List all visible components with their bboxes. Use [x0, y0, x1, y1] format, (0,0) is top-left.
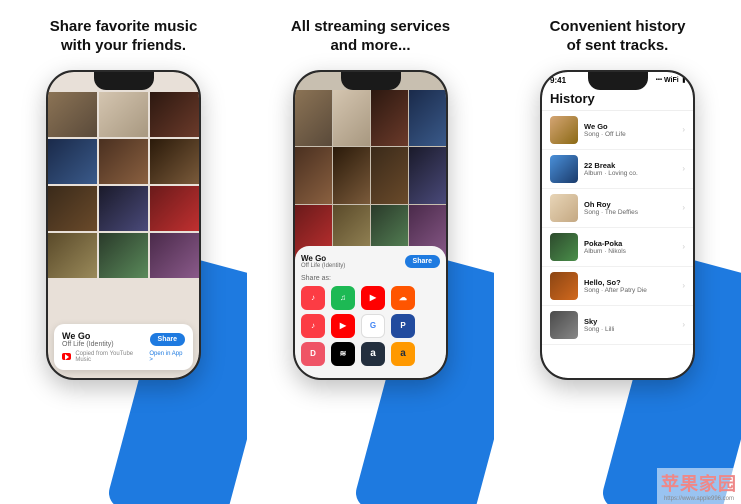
track-title-1: We Go — [62, 331, 114, 341]
phone-notch-3 — [588, 72, 648, 90]
open-in-app[interactable]: Open in App > — [149, 351, 185, 363]
history-song-3: Oh Roy — [584, 200, 676, 209]
phone-mockup-3: 9:41 ▪▪▪ WiFi ▐ History We Go Song · Off… — [540, 70, 695, 380]
youtube-play-icon — [65, 354, 69, 360]
share-as-label: Share as: — [301, 275, 440, 282]
history-info-4: Poka-Poka Album · Nikols — [584, 239, 676, 255]
history-info-6: Sky Song · Lilli — [584, 317, 676, 333]
history-album-6: Song · Lilli — [584, 326, 676, 333]
phone-screen-2: We Go Off Life (Identity) Share Share as… — [295, 72, 446, 378]
history-album-5: Song · After Patry Die — [584, 287, 676, 294]
share-track-name: We Go — [301, 254, 345, 263]
phone-mockup-1: We Go Off Life (Identity) Share Copied f… — [46, 70, 201, 380]
chevron-icon-5: › — [682, 281, 685, 290]
phone-notch-1 — [94, 72, 154, 90]
youtube-icon — [62, 353, 71, 360]
history-art-3 — [550, 194, 578, 222]
history-item-3[interactable]: Oh Roy Song · The Deffies › — [542, 189, 693, 228]
history-info-5: Hello, So? Song · After Patry Die — [584, 278, 676, 294]
status-icons: ▪▪▪ WiFi ▐ — [656, 77, 685, 84]
history-item-6[interactable]: Sky Song · Lilli › — [542, 306, 693, 345]
share-button-1[interactable]: Share — [150, 333, 185, 346]
share-track-info: We Go Off Life (Identity) Share — [301, 254, 440, 269]
phone-screen-1: We Go Off Life (Identity) Share Copied f… — [48, 72, 199, 378]
history-art-4 — [550, 233, 578, 261]
service-tidal[interactable]: ≋ — [331, 342, 355, 366]
history-album-4: Album · Nikols — [584, 248, 676, 255]
chevron-icon-4: › — [682, 242, 685, 251]
history-song-2: 22 Break — [584, 161, 676, 170]
service-icons-row-2: ♪ ▶ G P — [301, 314, 440, 338]
phone-mockup-2: We Go Off Life (Identity) Share Share as… — [293, 70, 448, 380]
status-time: 9:41 — [550, 76, 566, 85]
history-album-2: Album · Loving co. — [584, 170, 676, 177]
chevron-icon-1: › — [682, 125, 685, 134]
service-spotify[interactable]: ♫ — [331, 286, 355, 310]
history-album-3: Song · The Deffies — [584, 209, 676, 216]
history-item-2[interactable]: 22 Break Album · Loving co. › — [542, 150, 693, 189]
history-item-5[interactable]: Hello, So? Song · After Patry Die › — [542, 267, 693, 306]
track-source-1: Copied from YouTube Music Open in App > — [62, 351, 185, 363]
panel-2-title: All streaming servicesand more... — [291, 18, 450, 56]
chevron-icon-6: › — [682, 320, 685, 329]
history-info-3: Oh Roy Song · The Deffies — [584, 200, 676, 216]
history-info-2: 22 Break Album · Loving co. — [584, 161, 676, 177]
phone-notch-2 — [341, 72, 401, 90]
history-art-1 — [550, 116, 578, 144]
wifi-icon: WiFi — [664, 77, 679, 84]
share-sheet: We Go Off Life (Identity) Share Share as… — [295, 246, 446, 378]
history-list: We Go Song · Off Life › 22 Break Album ·… — [542, 111, 693, 345]
panel-history: Convenient historyof sent tracks. 9:41 ▪… — [494, 0, 741, 504]
service-youtube[interactable]: ▶ — [361, 286, 385, 310]
history-song-1: We Go — [584, 122, 676, 131]
phone-screen-3: 9:41 ▪▪▪ WiFi ▐ History We Go Song · Off… — [542, 72, 693, 378]
panel-3-title: Convenient historyof sent tracks. — [550, 18, 686, 56]
service-itunes[interactable]: ♪ — [301, 314, 325, 338]
panel-1-title: Share favorite musicwith your friends. — [50, 18, 198, 56]
source-text: Copied from YouTube Music — [75, 351, 145, 363]
service-deezer[interactable]: D — [301, 342, 325, 366]
history-song-5: Hello, So? — [584, 278, 676, 287]
history-song-6: Sky — [584, 317, 676, 326]
service-google[interactable]: G — [361, 314, 385, 338]
history-item-4[interactable]: Poka-Poka Album · Nikols › — [542, 228, 693, 267]
service-icons-row-1: ♪ ♫ ▶ ☁ — [301, 286, 440, 310]
service-amazon-music[interactable]: a — [391, 342, 415, 366]
panel-streaming: All streaming servicesand more... — [247, 0, 494, 504]
history-info-1: We Go Song · Off Life — [584, 122, 676, 138]
track-subtitle-1: Off Life (Identity) — [62, 341, 114, 348]
history-album-1: Song · Off Life — [584, 131, 676, 138]
battery-icon: ▐ — [681, 77, 685, 83]
history-song-4: Poka-Poka — [584, 239, 676, 248]
signal-icon: ▪▪▪ — [656, 77, 662, 83]
service-youtube-music[interactable]: ▶ — [331, 314, 355, 338]
chevron-icon-3: › — [682, 203, 685, 212]
share-button-2[interactable]: Share — [405, 255, 440, 268]
service-apple-music[interactable]: ♪ — [301, 286, 325, 310]
history-art-6 — [550, 311, 578, 339]
history-item-1[interactable]: We Go Song · Off Life › — [542, 111, 693, 150]
history-art-5 — [550, 272, 578, 300]
service-amazon-store[interactable]: a — [361, 342, 385, 366]
history-art-2 — [550, 155, 578, 183]
service-icons-row-3: D ≋ a a — [301, 342, 440, 366]
service-soundcloud[interactable]: ☁ — [391, 286, 415, 310]
history-header: History — [542, 87, 693, 111]
share-track-sub: Off Life (Identity) — [301, 263, 345, 269]
service-pandora[interactable]: P — [391, 314, 415, 338]
chevron-icon-2: › — [682, 164, 685, 173]
track-card-1: We Go Off Life (Identity) Share Copied f… — [54, 324, 193, 370]
panel-share-music: Share favorite musicwith your friends. — [0, 0, 247, 504]
